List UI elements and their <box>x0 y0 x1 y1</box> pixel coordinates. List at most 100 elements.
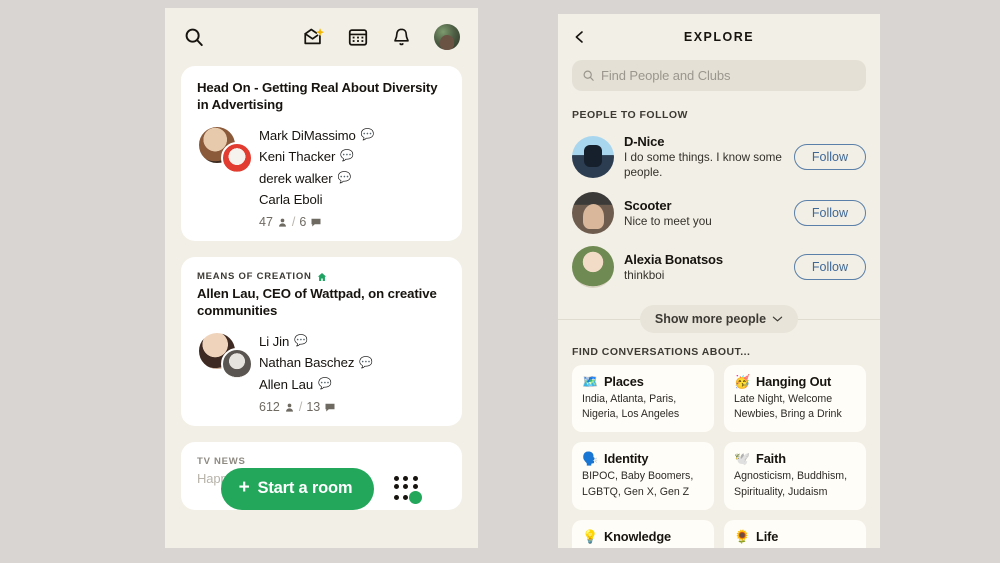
topic-card[interactable]: 🕊️ Faith Agnosticism, Buddhism, Spiritua… <box>724 442 866 510</box>
lightbulb-icon: 💡 <box>582 528 599 544</box>
person-info: D-Nice I do some things. I know some peo… <box>624 134 786 180</box>
speech-bubble-icon: 💬 <box>360 128 375 141</box>
grid-dot <box>394 484 400 490</box>
speech-bubble-icon: 💬 <box>359 356 373 369</box>
topic-card[interactable]: 🌻 Life Relationships <box>724 519 866 549</box>
page-title: EXPLORE <box>683 30 755 44</box>
calendar-icon[interactable] <box>347 26 369 48</box>
listener-count: 47 <box>259 215 273 230</box>
room-title: Allen Lau, CEO of Wattpad, on creative c… <box>197 286 437 319</box>
start-a-room-button[interactable]: + Start a room <box>220 468 375 510</box>
search-placeholder: Find People and Clubs <box>601 68 731 83</box>
count-separator: / <box>291 215 296 230</box>
grid-dot <box>402 475 408 481</box>
room-feed: Head On - Getting Real About Diversity i… <box>165 66 478 510</box>
topic-head: 💡 Knowledge <box>582 529 704 544</box>
show-more-people-button[interactable]: Show more people <box>639 305 799 334</box>
speaker-item: Nathan Baschez 💬 <box>259 352 373 373</box>
topic-subtitle: Late Night, Welcome Newbies, Bring a Dri… <box>734 393 842 421</box>
find-conversations-label: FIND CONVERSATIONS ABOUT... <box>572 346 751 359</box>
speaker-count: 13 <box>306 400 321 415</box>
topic-title: Places <box>604 374 644 390</box>
explore-panel: EXPLORE Find People and Clubs PEOPLE TO … <box>558 14 880 548</box>
club-name: MEANS OF CREATION <box>197 271 312 283</box>
person-bio: thinkboi <box>624 268 665 282</box>
speaking-head-icon: 🗣️ <box>582 451 599 467</box>
room-card[interactable]: MEANS OF CREATION Allen Lau, CEO of Watt… <box>181 257 462 427</box>
topic-head: 🕊️ Faith <box>734 451 856 466</box>
topic-card[interactable]: 🗣️ Identity BIPOC, Baby Boomers, LGBTQ, … <box>572 442 714 510</box>
speaker-item: Mark DiMassimo 💬 <box>259 125 374 146</box>
person-icon <box>277 217 288 228</box>
avatar <box>572 136 614 179</box>
topic-title: Faith <box>756 451 786 467</box>
topic-head: 🥳 Hanging Out <box>734 374 856 389</box>
speaker-count: 6 <box>299 215 307 230</box>
speaker-avatars <box>197 331 255 385</box>
topic-card[interactable]: 🥳 Hanging Out Late Night, Welcome Newbie… <box>724 365 866 433</box>
speaker-avatar <box>221 141 253 174</box>
speaker-name: Li Jin <box>259 334 290 350</box>
speech-bubble-icon: 💬 <box>318 378 332 390</box>
speakers-row: Mark DiMassimo 💬 Keni Thacker 💬 derek wa… <box>197 124 446 230</box>
follow-button[interactable]: Follow <box>793 200 866 227</box>
topic-title: Life <box>756 528 779 544</box>
topic-card[interactable]: 🗺️ Places India, Atlanta, Paris, Nigeria… <box>572 365 714 433</box>
club-name: TV NEWS <box>197 456 246 468</box>
follow-button[interactable]: Follow <box>793 254 866 281</box>
avatar[interactable] <box>434 24 460 50</box>
speech-bubble-icon: 💬 <box>337 171 352 184</box>
speaker-name: Mark DiMassimo <box>259 127 356 143</box>
speaker-avatars <box>197 124 255 179</box>
back-chevron-icon[interactable] <box>572 26 587 48</box>
clubhouse-home-panel: Head On - Getting Real About Diversity i… <box>165 8 478 548</box>
person-info: Scooter Nice to meet you <box>624 198 786 229</box>
topic-subtitle: India, Atlanta, Paris, Nigeria, Los Ange… <box>582 393 680 421</box>
speaker-avatar <box>221 348 253 381</box>
speakers-row: Li Jin 💬 Nathan Baschez 💬 Allen Lau 💬 61… <box>197 331 446 414</box>
grid-dot <box>413 484 419 490</box>
explore-header: EXPLORE <box>558 14 880 60</box>
topic-card[interactable]: 💡 Knowledge Science, Covid-19, Math <box>572 519 714 548</box>
list-item[interactable]: D-Nice I do some things. I know some peo… <box>558 128 880 186</box>
grid-dot <box>394 475 400 481</box>
room-card[interactable]: Head On - Getting Real About Diversity i… <box>181 66 462 242</box>
listener-count: 612 <box>259 400 280 415</box>
avatar <box>572 246 614 289</box>
follow-button[interactable]: Follow <box>793 144 866 171</box>
speaker-name: Keni Thacker <box>259 149 336 165</box>
person-name: D-Nice <box>624 134 665 149</box>
sunflower-icon: 🌻 <box>734 528 751 544</box>
speaker-item: Carla Eboli <box>259 189 374 210</box>
speech-bubble-icon <box>310 216 322 228</box>
search-input[interactable]: Find People and Clubs <box>572 60 866 91</box>
list-item[interactable]: Scooter Nice to meet you Follow <box>558 186 880 240</box>
topic-grid: 🗺️ Places India, Atlanta, Paris, Nigeria… <box>558 365 880 548</box>
speaker-name: Nathan Baschez <box>259 355 355 371</box>
show-more-row: Show more people <box>558 302 880 336</box>
search-icon[interactable] <box>183 26 205 48</box>
topic-subtitle: Relationships <box>734 547 856 549</box>
speaker-names: Mark DiMassimo 💬 Keni Thacker 💬 derek wa… <box>255 125 374 230</box>
topic-subtitle: Agnosticism, Buddhism, Spirituality, Jud… <box>734 470 848 498</box>
avatar <box>572 192 614 235</box>
club-label: TV NEWS <box>197 456 446 467</box>
bell-icon[interactable] <box>391 26 412 48</box>
speaker-item: Allen Lau 💬 <box>259 374 373 395</box>
partying-face-icon: 🥳 <box>734 374 751 390</box>
plus-icon: + <box>238 477 250 498</box>
invite-envelope-sparkle-icon[interactable] <box>302 26 325 48</box>
list-item[interactable]: Alexia Bonatsos thinkboi Follow <box>558 240 880 294</box>
count-separator: / <box>298 400 303 415</box>
person-name: Scooter <box>624 197 672 213</box>
person-name: Alexia Bonatsos <box>624 251 723 267</box>
grid-dot-active <box>409 491 423 504</box>
room-counts: 47 / 6 <box>259 215 374 229</box>
speech-bubble-icon: 💬 <box>294 335 308 348</box>
house-icon <box>317 272 327 282</box>
dove-icon: 🕊️ <box>734 451 751 467</box>
grid-dot <box>402 484 408 490</box>
speaker-name: Carla Eboli <box>259 191 323 207</box>
dot-grid-icon[interactable] <box>392 474 423 504</box>
room-counts: 612 / 13 <box>259 400 373 414</box>
